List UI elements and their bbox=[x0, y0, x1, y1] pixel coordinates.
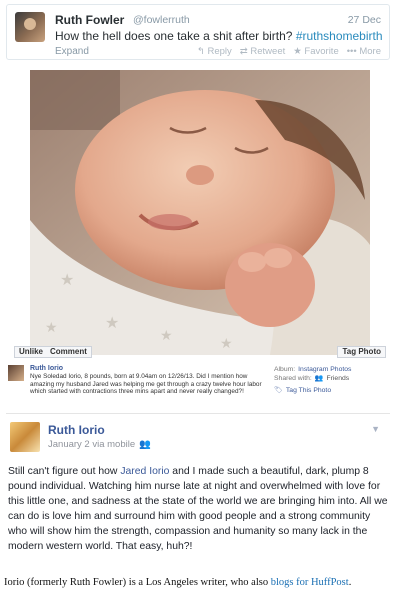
status-timestamp[interactable]: January 2 via mobile bbox=[48, 439, 135, 450]
tweet-author-handle[interactable]: @fowlerruth bbox=[133, 14, 190, 26]
svg-text:★: ★ bbox=[60, 270, 74, 289]
tag-photo-button[interactable]: Tag Photo bbox=[337, 346, 386, 358]
tweet-favorite-button[interactable]: ★ Favorite bbox=[293, 46, 338, 57]
photo-details: Album: Instagram Photos Shared with: 👥 F… bbox=[274, 365, 388, 395]
shared-label: Shared with: bbox=[274, 375, 312, 382]
tweet-retweet-button[interactable]: ⇄ Retweet bbox=[240, 46, 285, 57]
huffpost-blog-link[interactable]: blogs for HuffPost bbox=[271, 577, 349, 588]
svg-text:★: ★ bbox=[45, 320, 58, 336]
svg-text:★: ★ bbox=[220, 336, 233, 352]
status-author-avatar[interactable] bbox=[10, 422, 40, 452]
tweet-avatar[interactable] bbox=[15, 12, 45, 42]
friends-privacy-icon[interactable]: 👥 bbox=[139, 439, 151, 450]
tweet-hashtag-link[interactable]: #ruthshomebirth bbox=[296, 29, 383, 43]
shared-with-value[interactable]: Friends bbox=[327, 374, 350, 383]
svg-text:★: ★ bbox=[105, 313, 119, 332]
chevron-down-icon[interactable]: ▼ bbox=[371, 424, 380, 434]
comment-button[interactable]: Comment bbox=[46, 346, 92, 358]
status-body: Still can't figure out how Jared Iorio a… bbox=[8, 464, 390, 554]
facebook-photo-post: ★ ★ ★ ★ ★ Unlike Comment Tag Photo Ruth … bbox=[6, 68, 390, 413]
tweet-more-button[interactable]: ••• More bbox=[347, 46, 381, 57]
tag-this-photo-link[interactable]: Tag This Photo bbox=[286, 386, 331, 395]
photo-caption-row: Ruth Iorio Nye Soledad Iorio, 8 pounds, … bbox=[6, 365, 390, 413]
footer-period: . bbox=[348, 577, 352, 588]
unlike-button[interactable]: Unlike bbox=[14, 346, 49, 358]
album-link[interactable]: Instagram Photos bbox=[298, 365, 351, 374]
tag-icon: 🏷 bbox=[274, 387, 283, 394]
album-label: Album: bbox=[274, 366, 296, 373]
facebook-status-post: Ruth Iorio January 2 via mobile 👥 ▼ Stil… bbox=[6, 413, 390, 571]
friends-icon: 👥 bbox=[314, 375, 324, 382]
status-meta: January 2 via mobile 👥 bbox=[48, 439, 151, 450]
caption-author-name[interactable]: Ruth Iorio bbox=[30, 365, 63, 372]
newborn-photo[interactable]: ★ ★ ★ ★ ★ bbox=[30, 70, 370, 355]
tweet-card: Ruth Fowler @fowlerruth 27 Dec How the h… bbox=[6, 4, 390, 60]
footer-text: Iorio (formerly Ruth Fowler) is a Los An… bbox=[4, 577, 271, 588]
article-footer-caption: Iorio (formerly Ruth Fowler) is a Los An… bbox=[4, 577, 392, 588]
status-body-start: Still can't figure out how bbox=[8, 466, 121, 477]
status-author-name[interactable]: Ruth Iorio bbox=[48, 423, 105, 437]
tagged-person-link[interactable]: Jared Iorio bbox=[120, 466, 169, 477]
svg-text:★: ★ bbox=[160, 328, 173, 344]
caption-author-avatar[interactable] bbox=[8, 365, 24, 381]
tweet-actions: ↰ Reply ⇄ Retweet ★ Favorite ••• More bbox=[197, 46, 381, 57]
tweet-reply-button[interactable]: ↰ Reply bbox=[197, 46, 232, 57]
tweet-date[interactable]: 27 Dec bbox=[348, 14, 381, 26]
tweet-author-name[interactable]: Ruth Fowler bbox=[55, 13, 124, 27]
shared-row: Shared with: 👥 Friends bbox=[274, 374, 388, 383]
caption-text: Nye Soledad Iorio, 8 pounds, born at 9.0… bbox=[30, 373, 262, 396]
tweet-text: How the hell does one take a shit after … bbox=[55, 29, 383, 43]
tweet-expand-link[interactable]: Expand bbox=[55, 46, 89, 57]
tag-row: 🏷 Tag This Photo bbox=[274, 386, 388, 395]
album-row: Album: Instagram Photos bbox=[274, 365, 388, 374]
status-body-rest: and I made such a beautiful, dark, plump… bbox=[8, 466, 388, 552]
tweet-text-body: How the hell does one take a shit after … bbox=[55, 29, 296, 43]
newborn-photo-illustration: ★ ★ ★ ★ ★ bbox=[30, 70, 370, 355]
